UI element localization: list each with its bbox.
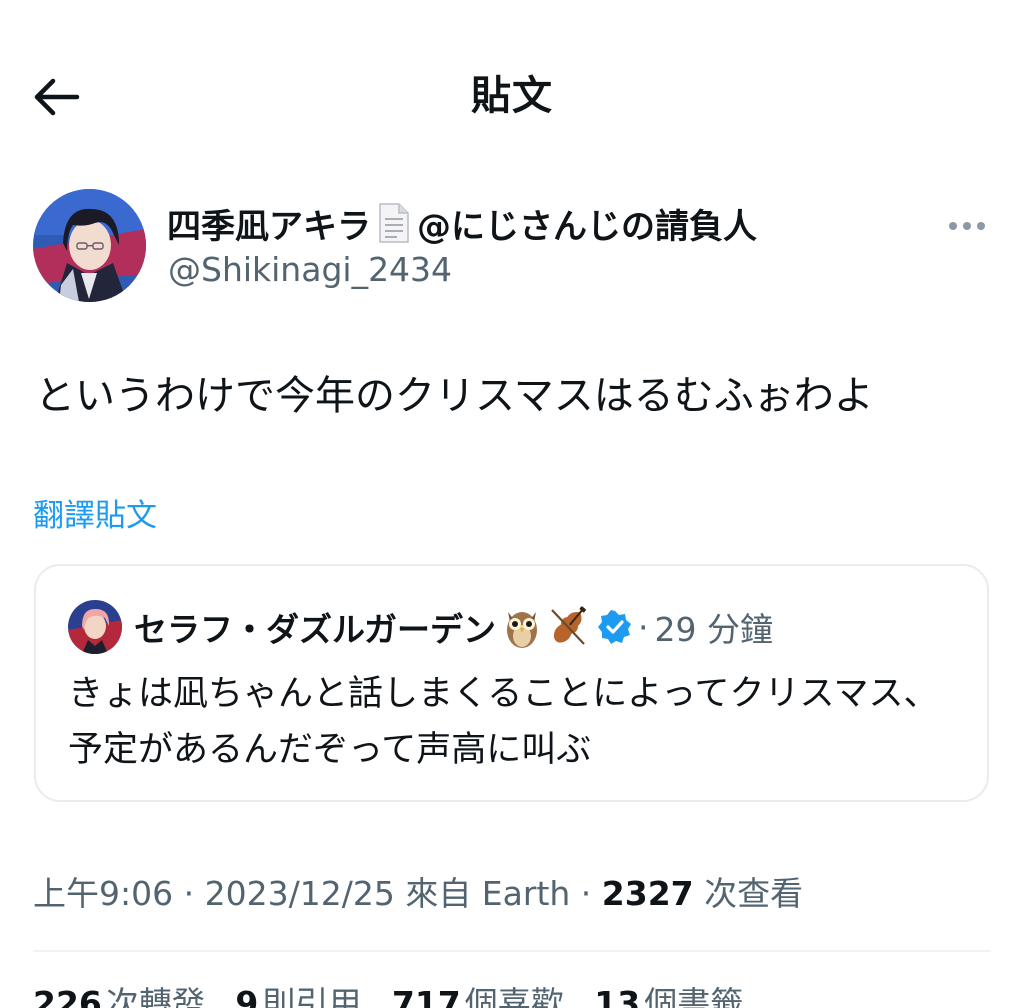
quoted-tweet-text: きょは凪ちゃんと話しまくることによってクリスマス、予定があるんだぞって声高に叫ぶ	[68, 674, 939, 770]
views-label: 次查看	[704, 874, 804, 913]
views-count: 2327	[601, 874, 694, 913]
retweets-stat[interactable]: 226 次轉發	[33, 978, 205, 1008]
bookmarks-count: 13	[594, 984, 641, 1008]
more-options-button[interactable]	[940, 206, 994, 246]
tweet-detail-screen: 貼文 四季凪アキラ @にじさんじの請負人 @Shikinagi_2434 という…	[0, 0, 1024, 1008]
tweet-text: というわけで今年のクリスマスはるむふぉわよ	[35, 373, 874, 419]
quoted-author-name: セラフ・ダズルガーデン	[134, 610, 497, 649]
quoted-tweet-header: セラフ・ダズルガーデン · 29 分鐘	[134, 598, 773, 656]
post-date[interactable]: 2023/12/25	[205, 874, 395, 913]
quotes-stat[interactable]: 9 則引用	[235, 978, 361, 1008]
page-facing-up-icon	[379, 203, 409, 243]
author-name[interactable]: 四季凪アキラ @にじさんじの請負人	[167, 198, 757, 248]
likes-count: 717	[391, 984, 461, 1008]
divider	[33, 950, 991, 952]
violin-icon	[551, 606, 586, 645]
quotes-count: 9	[235, 984, 259, 1008]
bookmarks-label: 個書籤	[644, 984, 744, 1008]
quotes-label: 則引用	[262, 984, 362, 1008]
likes-stat[interactable]: 717 個喜歡	[392, 978, 564, 1008]
tweet-meta: 上午9:06 · 2023/12/25 來自 Earth · 2327 次查看	[33, 868, 803, 920]
author-display-name: 四季凪アキラ	[167, 206, 371, 247]
retweets-count: 226	[33, 984, 102, 1008]
author-name-suffix: @にじさんじの請負人	[417, 206, 757, 247]
quoted-time-separator: ·	[638, 607, 649, 647]
post-source: 來自 Earth	[405, 874, 571, 913]
verified-badge-icon	[598, 610, 632, 644]
meta-separator: ·	[580, 874, 592, 913]
engagement-stats: 226 次轉發 9 則引用 717 個喜歡 13 個書籤	[33, 978, 763, 1008]
top-bar: 貼文	[0, 0, 1024, 200]
quoted-timestamp: 29 分鐘	[654, 610, 773, 649]
author-handle[interactable]: @Shikinagi_2434	[168, 246, 452, 294]
bookmarks-stat[interactable]: 13 個書籤	[594, 978, 743, 1008]
post-time[interactable]: 上午9:06	[33, 874, 173, 913]
likes-label: 個喜歡	[464, 984, 564, 1008]
author-avatar[interactable]	[33, 189, 146, 302]
retweets-label: 次轉發	[105, 984, 205, 1008]
translate-post-link[interactable]: 翻譯貼文	[33, 494, 157, 538]
owl-icon	[507, 612, 538, 648]
more-horizontal-icon	[949, 222, 985, 230]
page-title: 貼文	[471, 73, 553, 119]
quoted-tweet-card[interactable]: セラフ・ダズルガーデン · 29 分鐘 きょは凪ちゃんと話しまくることによってク…	[34, 564, 989, 802]
meta-separator: ·	[183, 874, 195, 913]
quoted-author-avatar	[68, 600, 122, 654]
